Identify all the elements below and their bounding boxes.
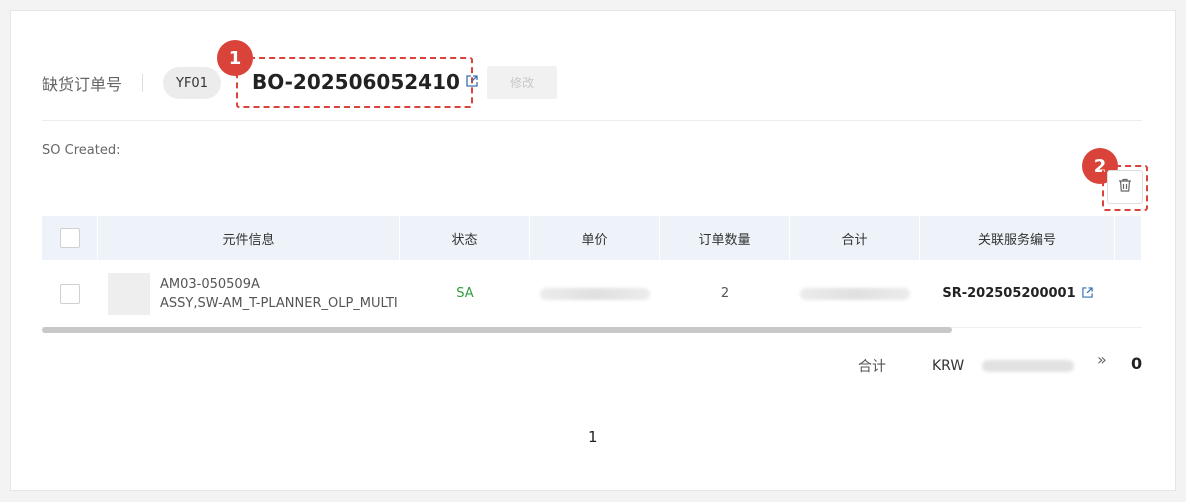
unit-price-redacted: [540, 287, 650, 300]
double-chevron-right-icon[interactable]: »: [1097, 350, 1107, 369]
unit-price-cell: [530, 260, 660, 327]
total-extra-value: 0: [1131, 354, 1143, 373]
edit-button[interactable]: 修改: [487, 66, 557, 99]
quantity-cell: 2: [720, 286, 730, 301]
total-label: 合计: [858, 359, 886, 375]
header-divider: [142, 74, 144, 92]
column-header-total: 合计: [790, 216, 920, 260]
part-info-cell: AM03-050509A ASSY,SW-AM_T-PLANNER_OLP_MU…: [98, 260, 400, 327]
row-select-cell: [42, 260, 98, 327]
column-header-unit-price: 单价: [530, 216, 660, 260]
pagination-current-page[interactable]: 1: [588, 428, 598, 446]
order-header: 缺货订单号 YF01: [42, 66, 221, 100]
total-redacted: [800, 287, 910, 300]
status-cell: SA: [400, 260, 530, 327]
extra-cell: [1115, 260, 1142, 327]
order-type-tag: YF01: [163, 67, 221, 99]
order-number-label: 缺货订单号: [42, 75, 123, 94]
header-select-cell: [42, 216, 98, 260]
external-link-icon[interactable]: [1081, 286, 1093, 301]
scrollbar-thumb[interactable]: [42, 327, 952, 333]
table-header: 元件信息 状态 单价 订单数量 合计 关联服务编号: [42, 216, 1142, 260]
select-all-checkbox[interactable]: [59, 228, 80, 248]
column-header-status: 状态: [400, 216, 530, 260]
status-badge: SA: [456, 286, 474, 301]
delete-button[interactable]: [1107, 170, 1143, 204]
part-text: AM03-050509A ASSY,SW-AM_T-PLANNER_OLP_MU…: [160, 275, 400, 313]
table-row: AM03-050509A ASSY,SW-AM_T-PLANNER_OLP_MU…: [42, 260, 1142, 328]
trash-icon: [1117, 177, 1133, 197]
total-amount-redacted: [982, 360, 1074, 372]
column-header-quantity: 订单数量: [660, 216, 790, 260]
external-link-icon[interactable]: [466, 74, 478, 90]
order-number-text: BO-202506052410: [252, 70, 460, 94]
service-number-link[interactable]: SR-202505200001: [942, 286, 1093, 301]
service-number-text: SR-202505200001: [942, 286, 1076, 301]
section-divider: [42, 120, 1142, 121]
column-header-extra: [1115, 216, 1142, 260]
part-thumbnail: [108, 272, 150, 315]
total-currency: KRW: [932, 358, 965, 374]
callout-badge-1: 1: [217, 40, 253, 76]
so-created-label: SO Created:: [42, 143, 121, 158]
total-cell: [790, 260, 920, 327]
part-code: AM03-050509A: [160, 276, 260, 292]
part-name: ASSY,SW-AM_T-PLANNER_OLP_MULTI: [160, 295, 398, 311]
order-number-link[interactable]: BO-202506052410: [252, 70, 478, 94]
horizontal-scrollbar[interactable]: [42, 327, 1142, 333]
service-number-cell: SR-202505200001: [920, 260, 1115, 327]
parts-table: 元件信息 状态 单价 订单数量 合计 关联服务编号 AM03-050509A A…: [42, 216, 1142, 328]
row-checkbox[interactable]: [60, 283, 80, 304]
column-header-service-number: 关联服务编号: [920, 216, 1115, 260]
column-header-part-info: 元件信息: [98, 216, 400, 260]
